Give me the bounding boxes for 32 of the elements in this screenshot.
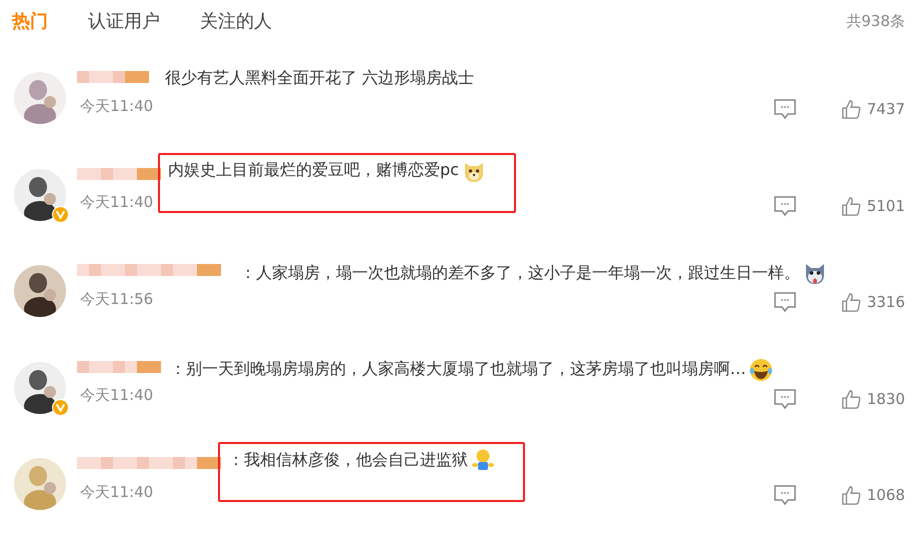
thumbs-up-icon [840,99,861,119]
comment-icon[interactable] [772,194,797,216]
tab[interactable]: 认证用户 [88,9,160,33]
tab[interactable]: 关注的人 [200,9,272,33]
comment-count: 共938条 [846,12,905,30]
comment-icon[interactable] [772,484,797,506]
tab[interactable]: 热门 [12,9,48,33]
comment-time: 今天11:40 [80,482,154,502]
thumbs-up-icon [840,485,861,505]
comment-icon[interactable] [772,291,797,313]
comment-text: 内娱史上目前最烂的爱豆吧，赌博恋爱pc [168,160,459,181]
laughing-emoji-icon [749,358,773,382]
comment-text: ：我相信林彦俊，他会自己进监狱 [228,450,468,470]
like-button[interactable]: 1068 [840,485,905,505]
comment-time: 今天11:40 [80,96,154,116]
comment-text: ：人家塌房，塌一次也就塌的差不多了，这小子是一年塌一次，跟过生日一样。 [240,262,800,284]
thumbs-up-icon [840,196,861,216]
like-button[interactable]: 1830 [840,388,905,408]
comment-time: 今天11:40 [80,386,154,405]
thumbs-up-icon [840,388,861,408]
thumbs-up-icon [840,292,861,312]
like-button[interactable]: 5101 [840,196,905,216]
comment-text: 很少有艺人黑料全面开花了 六边形塌房战士 [165,68,474,89]
comment-time: 今天11:40 [80,193,154,212]
comment-time: 今天11:56 [80,290,154,308]
like-button[interactable]: 3316 [840,292,905,312]
husky-emoji-icon [803,261,827,285]
comment-icon[interactable] [772,98,797,120]
comment-icon[interactable] [772,388,797,410]
like-button[interactable]: 7437 [840,99,905,119]
comment-text: ：别一天到晚塌房塌房的，人家高楼大厦塌了也就塌了，这茅房塌了也叫塌房啊… [170,359,746,380]
shrugging-figure-icon [471,448,495,472]
